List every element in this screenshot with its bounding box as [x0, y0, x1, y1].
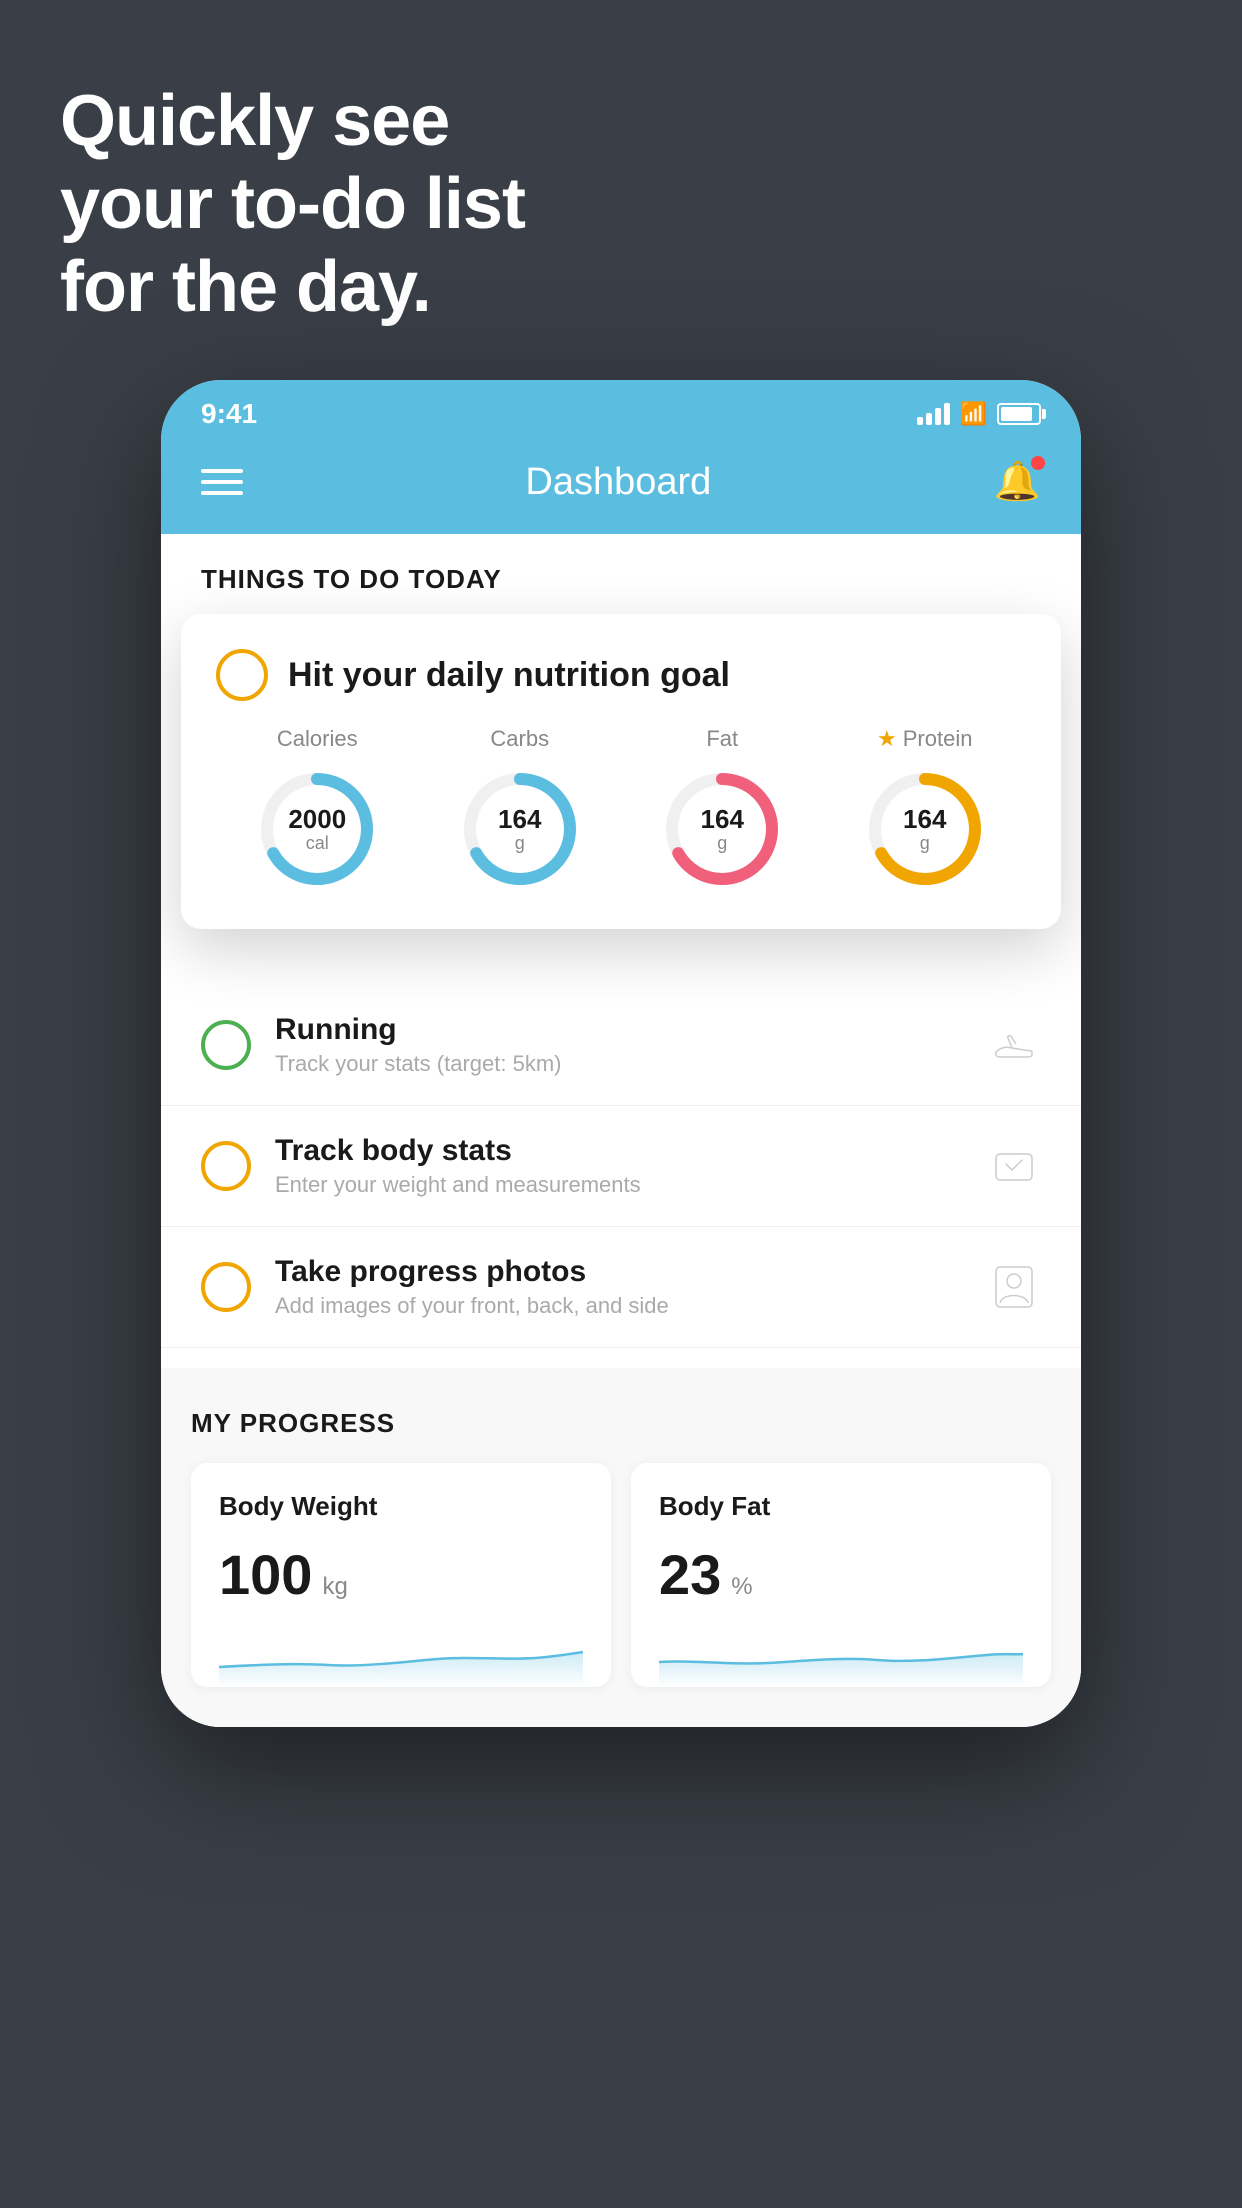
nutrition-card: Hit your daily nutrition goal Calories 2… — [181, 614, 1061, 929]
protein-donut: 164 g — [860, 764, 990, 894]
todo-item-running[interactable]: Running Track your stats (target: 5km) — [161, 985, 1081, 1106]
star-icon: ★ — [877, 726, 897, 752]
body-fat-chart — [659, 1627, 1023, 1687]
photos-checkbox[interactable] — [201, 1262, 251, 1312]
carbs-value: 164 g — [498, 805, 541, 853]
body-fat-card[interactable]: Body Fat 23 % — [631, 1463, 1051, 1687]
running-title: Running — [275, 1013, 963, 1047]
things-to-do-header: THINGS TO DO TODAY — [161, 534, 1081, 615]
menu-button[interactable] — [201, 469, 243, 495]
running-text: Running Track your stats (target: 5km) — [275, 1013, 963, 1077]
scale-icon — [987, 1139, 1041, 1193]
body-weight-card[interactable]: Body Weight 100 kg — [191, 1463, 611, 1687]
notification-dot — [1031, 456, 1045, 470]
calories-value: 2000 cal — [288, 805, 346, 853]
body-weight-value-row: 100 kg — [219, 1542, 583, 1607]
photos-text: Take progress photos Add images of your … — [275, 1255, 963, 1319]
body-stats-checkbox[interactable] — [201, 1141, 251, 1191]
carbs-label: Carbs — [490, 726, 549, 752]
fat-label: Fat — [706, 726, 738, 752]
body-stats-subtitle: Enter your weight and measurements — [275, 1172, 963, 1198]
todo-item-photos[interactable]: Take progress photos Add images of your … — [161, 1227, 1081, 1348]
progress-cards: Body Weight 100 kg — [191, 1463, 1051, 1687]
progress-section: MY PROGRESS Body Weight 100 kg — [161, 1368, 1081, 1727]
battery-icon — [997, 403, 1041, 425]
person-icon — [987, 1260, 1041, 1314]
wifi-icon: 📶 — [960, 401, 987, 427]
carbs-stat: Carbs 164 g — [455, 726, 585, 894]
body-fat-label: Body Fat — [659, 1491, 1023, 1522]
signal-icon — [917, 403, 950, 425]
body-weight-label: Body Weight — [219, 1491, 583, 1522]
shoe-icon — [987, 1018, 1041, 1072]
body-weight-value: 100 — [219, 1542, 312, 1607]
phone-content: THINGS TO DO TODAY Hit your daily nutrit… — [161, 534, 1081, 1727]
calories-stat: Calories 2000 cal — [252, 726, 382, 894]
body-fat-value-row: 23 % — [659, 1542, 1023, 1607]
calories-label: Calories — [277, 726, 358, 752]
protein-value: 164 g — [903, 805, 946, 853]
calories-donut: 2000 cal — [252, 764, 382, 894]
nutrition-stats: Calories 2000 cal Carbs — [216, 726, 1026, 894]
body-weight-chart — [219, 1627, 583, 1687]
running-subtitle: Track your stats (target: 5km) — [275, 1051, 963, 1077]
notification-bell-icon[interactable]: 🔔 — [994, 460, 1041, 504]
running-checkbox[interactable] — [201, 1020, 251, 1070]
nav-title: Dashboard — [525, 461, 711, 504]
status-icons: 📶 — [917, 401, 1041, 427]
protein-label: ★ Protein — [877, 726, 972, 752]
phone-frame: 9:41 📶 Dashboard 🔔 THINGS TO DO TODAY — [161, 380, 1081, 1727]
protein-stat: ★ Protein 164 g — [860, 726, 990, 894]
nutrition-card-title: Hit your daily nutrition goal — [288, 656, 730, 695]
body-fat-unit: % — [731, 1573, 752, 1601]
photos-subtitle: Add images of your front, back, and side — [275, 1293, 963, 1319]
nav-bar: Dashboard 🔔 — [161, 440, 1081, 534]
status-bar: 9:41 📶 — [161, 380, 1081, 440]
fat-donut: 164 g — [657, 764, 787, 894]
nutrition-card-header: Hit your daily nutrition goal — [216, 649, 1026, 701]
status-time: 9:41 — [201, 398, 257, 430]
carbs-donut: 164 g — [455, 764, 585, 894]
body-weight-unit: kg — [322, 1573, 347, 1601]
todo-item-body-stats[interactable]: Track body stats Enter your weight and m… — [161, 1106, 1081, 1227]
fat-stat: Fat 164 g — [657, 726, 787, 894]
progress-section-title: MY PROGRESS — [191, 1408, 1051, 1439]
hero-headline: Quickly see your to-do list for the day. — [60, 80, 525, 328]
body-stats-title: Track body stats — [275, 1134, 963, 1168]
body-fat-value: 23 — [659, 1542, 721, 1607]
nutrition-checkbox[interactable] — [216, 649, 268, 701]
body-stats-text: Track body stats Enter your weight and m… — [275, 1134, 963, 1198]
photos-title: Take progress photos — [275, 1255, 963, 1289]
fat-value: 164 g — [701, 805, 744, 853]
